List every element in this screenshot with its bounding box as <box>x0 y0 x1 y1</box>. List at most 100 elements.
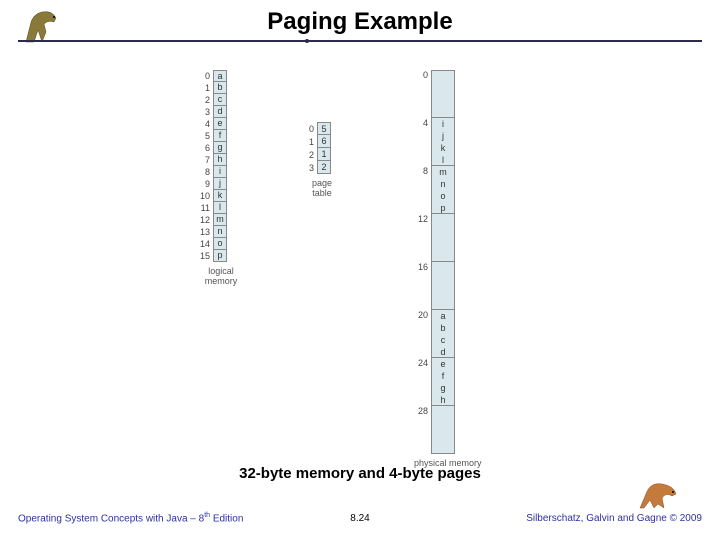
slide-footer: Operating System Concepts with Java – 8t… <box>0 496 720 540</box>
logical-memory-row: 13n <box>192 226 250 238</box>
physical-memory-frame: 28 <box>410 406 482 454</box>
pm-cell <box>432 274 454 286</box>
pm-cell: i <box>432 118 454 130</box>
logical-memory-row: 1b <box>192 82 250 94</box>
pm-cell: n <box>432 178 454 190</box>
pm-cell <box>432 94 454 106</box>
pm-cell: f <box>432 370 454 382</box>
pm-cell <box>432 418 454 430</box>
pt-index: 3 <box>302 163 314 173</box>
pm-cell <box>432 441 454 453</box>
pm-cell: h <box>432 394 454 406</box>
lm-index: 10 <box>192 191 210 201</box>
lm-index: 1 <box>192 83 210 93</box>
physical-memory-table: 04ijkl8mnop121620abcd24efgh28 physical m… <box>410 70 482 468</box>
page-table-row: 05 <box>302 122 342 135</box>
pm-cell <box>432 406 454 418</box>
pm-index: 16 <box>410 262 428 310</box>
page-table-label: page table <box>302 178 342 198</box>
lm-index: 9 <box>192 179 210 189</box>
footer-left-text: Operating System Concepts with Java – 8t… <box>18 512 243 524</box>
lm-index: 6 <box>192 143 210 153</box>
pm-cell <box>432 430 454 442</box>
pm-block: mnop <box>431 166 455 214</box>
pt-cell: 2 <box>317 161 331 174</box>
lm-cell: g <box>213 142 227 154</box>
logical-memory-label: logical memory <box>192 266 250 286</box>
lm-index: 2 <box>192 95 210 105</box>
pm-cell: b <box>432 322 454 334</box>
logical-memory-row: 6g <box>192 142 250 154</box>
pm-cell: e <box>432 358 454 370</box>
pm-block <box>431 262 455 310</box>
pt-cell: 5 <box>317 122 331 135</box>
slide-number: 8.24 <box>350 513 369 524</box>
lm-index: 11 <box>192 203 210 213</box>
logical-memory-table: 0a1b2c3d4e5f6g7h8i9j10k11l12m13n14o15p l… <box>192 70 250 286</box>
lm-cell: m <box>213 214 227 226</box>
logical-memory-row: 14o <box>192 238 250 250</box>
lm-cell: h <box>213 154 227 166</box>
pm-cell <box>432 249 454 261</box>
dinosaur-icon <box>18 4 68 44</box>
pm-cell: d <box>432 346 454 358</box>
slide-title: Paging Example <box>0 8 720 40</box>
physical-memory-frame: 12 <box>410 214 482 262</box>
pm-block: efgh <box>431 358 455 406</box>
pm-cell <box>432 71 454 83</box>
page-table-row: 21 <box>302 148 342 161</box>
lm-cell: b <box>213 82 227 94</box>
pm-cell: g <box>432 382 454 394</box>
pm-cell: a <box>432 310 454 322</box>
pm-block <box>431 406 455 454</box>
lm-index: 0 <box>192 71 210 81</box>
pm-index: 8 <box>410 166 428 214</box>
slide-caption: 32-byte memory and 4-byte pages <box>0 465 720 482</box>
pm-index: 24 <box>410 358 428 406</box>
pm-index: 12 <box>410 214 428 262</box>
pm-index: 20 <box>410 310 428 358</box>
logical-memory-row: 10k <box>192 190 250 202</box>
lm-cell: n <box>213 226 227 238</box>
logical-memory-row: 0a <box>192 70 250 82</box>
pt-index: 0 <box>302 124 314 134</box>
pm-cell <box>432 214 454 226</box>
lm-cell: o <box>213 238 227 250</box>
diagram-content: 0a1b2c3d4e5f6g7h8i9j10k11l12m13n14o15p l… <box>0 42 720 462</box>
pm-block <box>431 214 455 262</box>
pm-cell <box>432 106 454 118</box>
lm-cell: d <box>213 106 227 118</box>
lm-cell: f <box>213 130 227 142</box>
slide-header: Paging Example <box>0 0 720 42</box>
footer-edition-suffix: Edition <box>210 513 243 524</box>
pm-cell <box>432 226 454 238</box>
lm-index: 3 <box>192 107 210 117</box>
pm-cell: c <box>432 334 454 346</box>
pt-cell: 1 <box>317 148 331 161</box>
physical-memory-frame: 8mnop <box>410 166 482 214</box>
pm-cell <box>432 262 454 274</box>
pm-block <box>431 70 455 118</box>
footer-copyright: Silberschatz, Galvin and Gagne © 2009 <box>526 513 702 524</box>
lm-index: 4 <box>192 119 210 129</box>
logical-memory-row: 12m <box>192 214 250 226</box>
lm-index: 14 <box>192 239 210 249</box>
pm-cell: p <box>432 202 454 214</box>
page-table: 05162132 page table <box>302 122 342 198</box>
physical-memory-frame: 0 <box>410 70 482 118</box>
pm-block: abcd <box>431 310 455 358</box>
pm-cell: l <box>432 154 454 166</box>
pm-cell <box>432 83 454 95</box>
physical-memory-frame: 24efgh <box>410 358 482 406</box>
logical-memory-row: 2c <box>192 94 250 106</box>
logical-memory-row: 8i <box>192 166 250 178</box>
lm-index: 15 <box>192 251 210 261</box>
pm-cell <box>432 297 454 309</box>
lm-index: 13 <box>192 227 210 237</box>
pm-cell: m <box>432 166 454 178</box>
logical-memory-row: 5f <box>192 130 250 142</box>
logical-memory-row: 7h <box>192 154 250 166</box>
logical-memory-row: 9j <box>192 178 250 190</box>
lm-cell: k <box>213 190 227 202</box>
logical-memory-row: 4e <box>192 118 250 130</box>
